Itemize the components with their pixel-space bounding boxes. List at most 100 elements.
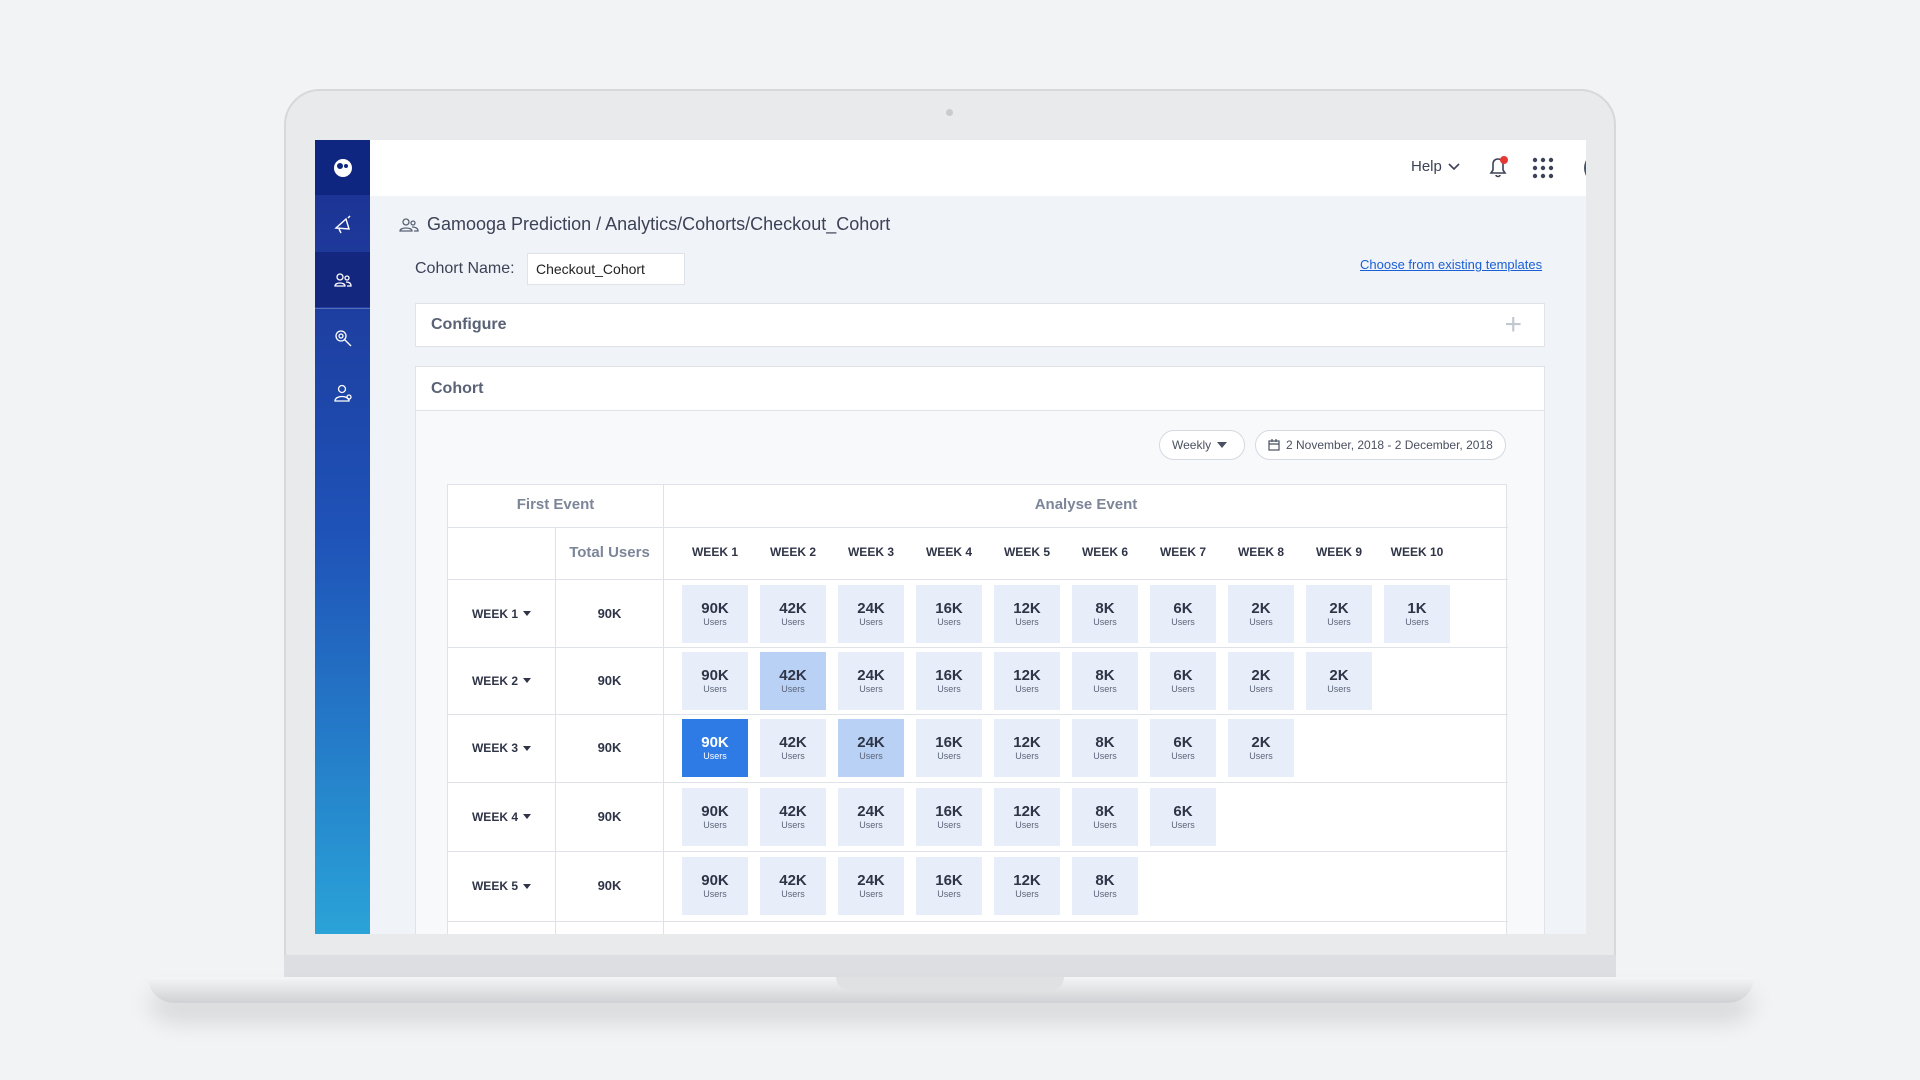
cohort-cell[interactable]: 90K Users (682, 651, 748, 710)
topbar: Help K (370, 140, 1586, 196)
cohort-cell[interactable]: 16K Users (916, 787, 982, 846)
sidebar-item-campaigns[interactable] (315, 197, 370, 252)
cohort-cell[interactable]: 16K Users (916, 857, 982, 915)
cohort-cell[interactable]: 90K Users (682, 719, 748, 777)
notifications-button[interactable] (1485, 154, 1511, 185)
cohort-cell[interactable]: 16K Users (916, 719, 982, 777)
cohort-cell-unit: Users (1015, 889, 1039, 899)
cohort-cell-value: 12K (1013, 666, 1041, 684)
cohort-cell-value: 1K (1407, 599, 1427, 617)
cohort-cell-value: 12K (1013, 734, 1041, 751)
row-week-dropdown[interactable]: WEEK 5 (448, 851, 555, 921)
cohort-cell-value: 16K (935, 666, 963, 684)
cohort-cell[interactable]: 90K Users (682, 857, 748, 915)
cohort-cell[interactable]: 12K Users (994, 651, 1060, 710)
cohort-cell[interactable]: 42K Users (760, 719, 826, 777)
choose-templates-link[interactable]: Choose from existing templates (1360, 257, 1542, 272)
cohort-cell[interactable]: 24K Users (838, 651, 904, 710)
cohort-cell[interactable]: 2K Users (1228, 651, 1294, 710)
cohort-cell[interactable]: 24K Users (838, 787, 904, 846)
cohort-cell-unit: Users (1327, 683, 1351, 694)
week-column-header: WEEK 5 (1003, 545, 1050, 559)
cohort-cell[interactable]: 8K Users (1072, 719, 1138, 777)
row-week-label: WEEK 1 (471, 606, 518, 621)
breadcrumb: Gamooga Prediction / Analytics/Cohorts/C… (399, 214, 890, 235)
date-range-picker[interactable]: 2 November, 2018 - 2 December, 2018 (1255, 430, 1506, 460)
cohort-cell[interactable]: 8K Users (1072, 787, 1138, 846)
cohort-cell[interactable]: 42K Users (760, 584, 826, 643)
cohort-cell[interactable]: 42K Users (760, 787, 826, 846)
row-week-label: WEEK 4 (471, 809, 518, 824)
table-divider (448, 579, 1508, 580)
cohort-cell-value: 2K (1251, 734, 1271, 751)
sidebar-item-cohorts[interactable] (315, 252, 370, 307)
cohort-cell[interactable]: 12K Users (994, 584, 1060, 643)
cohort-cell[interactable]: 42K Users (760, 857, 826, 915)
cohort-cell[interactable]: 8K Users (1072, 651, 1138, 710)
first-event-header: First Event (516, 496, 595, 513)
cohort-cell-unit: Users (937, 616, 961, 627)
cohort-cell[interactable]: 6K Users (1150, 584, 1216, 643)
cohort-cell[interactable]: 8K Users (1072, 584, 1138, 643)
user-settings-icon (333, 384, 352, 402)
cohort-cell[interactable]: 12K Users (994, 787, 1060, 846)
cohort-cell[interactable]: 2K Users (1228, 584, 1294, 643)
cohort-cell-unit: Users (1015, 616, 1039, 627)
cohort-cell[interactable]: 8K Users (1072, 857, 1138, 915)
cohort-cell[interactable]: 12K Users (994, 719, 1060, 777)
row-week-dropdown[interactable]: WEEK 4 (448, 782, 555, 851)
cohort-cell[interactable]: 16K Users (916, 651, 982, 710)
laptop-notch (836, 977, 1064, 991)
cohort-cell[interactable]: 1K Users (1384, 584, 1450, 643)
avatar[interactable]: K (1584, 152, 1586, 184)
cohort-cell[interactable]: 90K Users (682, 787, 748, 846)
cohort-cell[interactable]: 6K Users (1150, 787, 1216, 846)
row-divider (448, 851, 1508, 852)
cohort-cell[interactable]: 2K Users (1306, 651, 1372, 710)
cohort-cell-unit: Users (1015, 819, 1039, 830)
cohort-cell[interactable]: 2K Users (1228, 719, 1294, 777)
cohort-cell[interactable]: 42K Users (760, 651, 826, 710)
plus-icon[interactable]: + (1504, 310, 1522, 340)
bell-icon (1489, 156, 1508, 178)
cohort-cell[interactable]: 16K Users (916, 584, 982, 643)
logo[interactable] (315, 140, 370, 195)
apps-grid-icon (1532, 157, 1554, 179)
cohort-cell-value: 16K (935, 802, 963, 820)
cohort-cell-value: 6K (1173, 599, 1193, 617)
configure-title: Configure (431, 316, 507, 333)
cohort-cell[interactable]: 6K Users (1150, 719, 1216, 777)
configure-panel[interactable]: Configure + (415, 303, 1545, 347)
cohort-cell[interactable]: 90K Users (682, 584, 748, 643)
cohort-cell-value: 12K (1013, 599, 1041, 617)
cohort-cell-unit: Users (703, 616, 727, 627)
cohort-cell-unit: Users (1171, 683, 1195, 694)
cohort-cell[interactable]: 6K Users (1150, 651, 1216, 710)
cohort-cell[interactable]: 12K Users (994, 857, 1060, 915)
row-total-users: 90K (597, 878, 622, 893)
analyse-event-header: Analyse Event (1034, 496, 1138, 513)
week-column-header: WEEK 3 (847, 545, 894, 559)
cohort-cell[interactable]: 24K Users (838, 719, 904, 777)
help-menu[interactable]: Help (1411, 158, 1460, 175)
cohort-cell[interactable]: 24K Users (838, 584, 904, 643)
row-week-dropdown[interactable]: WEEK 2 (448, 647, 555, 714)
interval-dropdown[interactable]: Weekly (1159, 430, 1245, 460)
row-week-dropdown[interactable]: WEEK 3 (448, 714, 555, 782)
cohort-cell[interactable]: 24K Users (838, 857, 904, 915)
row-week-label: WEEK 2 (471, 673, 518, 688)
cohort-cell[interactable]: 2K Users (1306, 584, 1372, 643)
table-divider (555, 527, 556, 934)
cohort-cell-value: 16K (935, 599, 963, 617)
cohort-cell-value: 42K (779, 599, 807, 617)
sidebar-item-profile[interactable] (315, 365, 370, 420)
breadcrumb-text: Gamooga Prediction / Analytics/Cohorts/C… (427, 214, 891, 234)
cohort-name-input[interactable] (527, 253, 685, 285)
cohort-cell-value: 6K (1173, 734, 1193, 751)
sidebar-item-targeting[interactable] (315, 310, 370, 365)
week-column-header: WEEK 8 (1237, 545, 1284, 559)
cohort-cell-value: 16K (935, 872, 963, 889)
row-week-dropdown[interactable]: WEEK 1 (448, 580, 555, 647)
cohort-cell-unit: Users (1093, 616, 1117, 627)
apps-button[interactable] (1532, 157, 1554, 184)
